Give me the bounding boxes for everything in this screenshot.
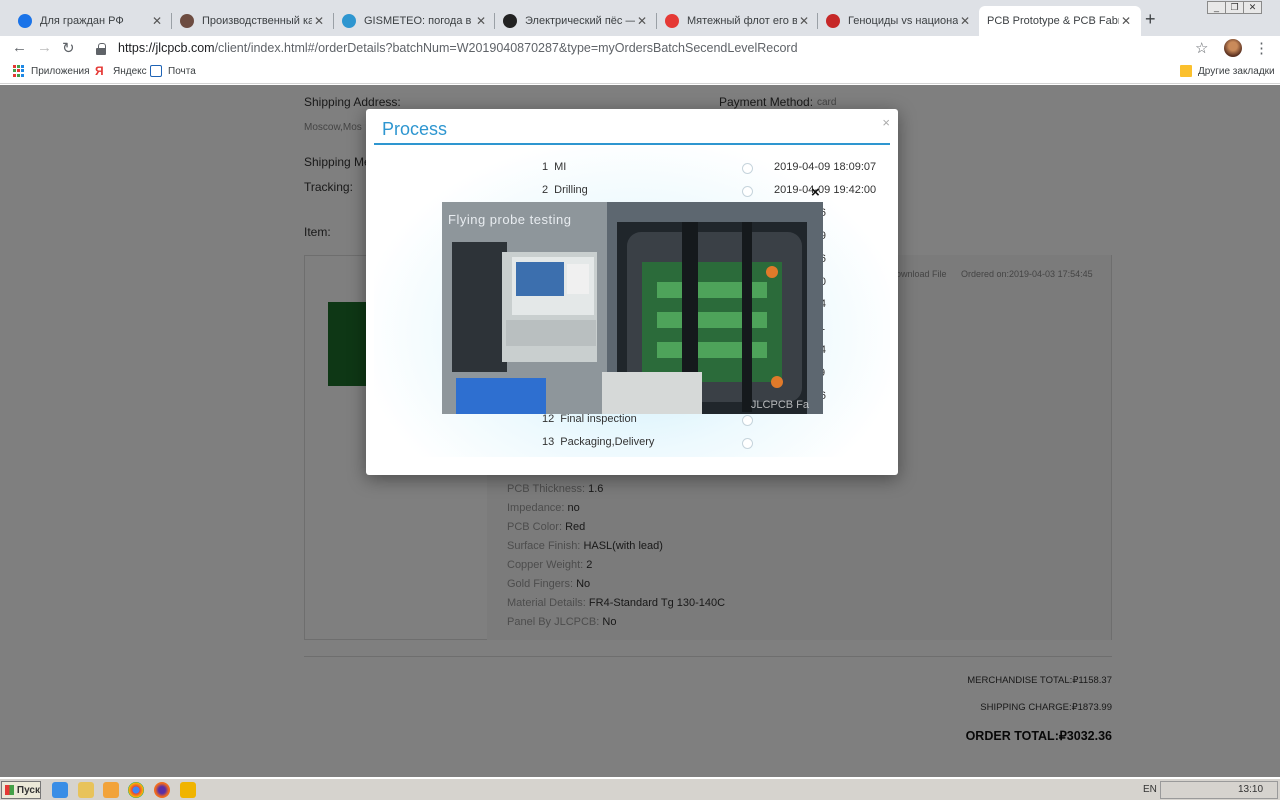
browser-tab[interactable]: Производственный календарь✕ [172, 6, 334, 36]
process-step: 13 Packaging,Delivery [542, 436, 654, 448]
browser-tab[interactable]: Для граждан РФ ✕ [10, 6, 172, 36]
globe-icon [18, 14, 32, 28]
bookmark-star-icon[interactable]: ☆ [1195, 39, 1208, 57]
modal-close-button[interactable]: × [882, 115, 890, 130]
bookmark-mail[interactable]: Почта [150, 65, 196, 77]
tab-title: Геноциды vs националисты [848, 15, 958, 27]
tab-separator [333, 13, 334, 29]
tab-title: Мятежный флот его величества [687, 15, 797, 27]
drop-icon [342, 14, 356, 28]
step-status-icon [742, 437, 753, 449]
step-number: 13 [542, 435, 555, 448]
step-status-icon [742, 163, 753, 174]
address-bar[interactable]: https://jlcpcb.com/client/index.html#/or… [88, 37, 1218, 59]
browser-tab[interactable]: Геноциды vs националисты✕ [818, 6, 980, 36]
modal-title-rule [374, 143, 890, 145]
tab-title: PCB Prototype & PCB Fabrication [987, 15, 1119, 27]
avatar-icon [180, 14, 194, 28]
step-name: MI [554, 161, 567, 173]
step-number: 2 [542, 183, 549, 196]
ie-icon[interactable] [52, 782, 68, 798]
tab-title: Производственный календарь [202, 15, 312, 27]
video-caption: Flying probe testing [448, 212, 572, 227]
tab-close-icon[interactable]: ✕ [312, 14, 326, 28]
step-number: 12 [542, 412, 555, 425]
modal-title: Process [382, 119, 448, 139]
new-tab-button[interactable]: + [1145, 9, 1156, 30]
tab-close-icon[interactable]: ✕ [150, 14, 164, 28]
step-name: Packaging,Delivery [560, 435, 655, 448]
step-time: 2019-04-09 19:42:00 [774, 183, 877, 196]
tab-close-icon[interactable]: ✕ [1119, 14, 1133, 28]
lock-icon [96, 42, 106, 55]
address-toolbar: ← → ↻ https://jlcpcb.com/client/index.ht… [0, 36, 1280, 60]
start-button[interactable]: Пуск [1, 781, 41, 799]
step-status-icon [742, 414, 753, 426]
tab-strip: _ ❐ ✕ + Для граждан РФ ✕ Производственный … [0, 0, 1280, 36]
folder-icon [1180, 65, 1192, 77]
url-host: https://jlcpcb.com [118, 41, 215, 55]
reload-icon[interactable]: ↻ [62, 39, 75, 57]
browser-tab[interactable]: GISMETEO: погода в России✕ [334, 6, 496, 36]
process-step: 12 Final inspection [542, 413, 637, 425]
yandex-icon: Я [95, 64, 104, 78]
bookmark-mail-label: Почта [168, 65, 196, 77]
mail-icon [150, 65, 162, 77]
flame-icon [826, 14, 840, 28]
browser-tab[interactable]: Электрический пёс — Википедия✕ [495, 6, 657, 36]
step-status-icon [742, 185, 753, 197]
news-icon [665, 14, 679, 28]
minimize-button[interactable]: _ [1207, 1, 1226, 14]
forward-arrow-icon[interactable]: → [37, 39, 52, 56]
bookmark-other-label: Другие закладки [1198, 65, 1275, 77]
browser-tab[interactable]: PCB Prototype & PCB Fabrication✕ [979, 6, 1141, 36]
bookmark-apps-label: Приложения [31, 65, 90, 77]
back-arrow-icon[interactable]: ← [12, 39, 27, 56]
video-watermark: JLCPCB Fa [750, 399, 809, 411]
firefox-icon[interactable] [154, 782, 170, 798]
tab-separator [817, 13, 818, 29]
process-step: 2 Drilling [542, 184, 588, 196]
app-icon[interactable] [180, 782, 196, 798]
tab-close-icon[interactable]: ✕ [474, 14, 488, 28]
step-number: 1 [542, 161, 549, 173]
tab-close-icon[interactable]: ✕ [797, 14, 811, 28]
step-time: 2019-04-09 18:09:07 [774, 161, 877, 173]
clock: 13:10 [1238, 784, 1264, 795]
tab-title: GISMETEO: погода в России [364, 15, 474, 27]
maximize-button[interactable]: ❐ [1225, 1, 1244, 14]
video-close-button[interactable]: × [811, 184, 820, 201]
bookmark-apps[interactable]: Приложения [13, 65, 90, 77]
process-video[interactable]: Flying probe testing JLCPCB Fa [442, 202, 823, 414]
windows-taskbar: Пуск EN 13:10 [0, 778, 1280, 800]
explorer-icon[interactable] [78, 782, 94, 798]
bookmarks-bar: Приложения Я Яндекс Почта Другие закладк… [0, 60, 1280, 84]
language-indicator[interactable]: EN [1143, 784, 1157, 795]
tab-title: Электрический пёс — Википедия [525, 15, 635, 27]
step-name: Final inspection [560, 412, 637, 425]
tab-separator [494, 13, 495, 29]
tab-close-icon[interactable]: ✕ [958, 14, 972, 28]
profile-avatar[interactable] [1224, 39, 1242, 57]
bookmark-other[interactable]: Другие закладки [1180, 65, 1275, 77]
close-window-button[interactable]: ✕ [1243, 1, 1262, 14]
start-label: Пуск [16, 784, 40, 796]
url-path: /client/index.html#/orderDetails?batchNu… [214, 41, 798, 55]
bookmark-yandex[interactable]: Я Яндекс [95, 65, 147, 77]
apps-grid-icon [13, 65, 25, 77]
wikipedia-icon [503, 14, 517, 28]
media-player-icon[interactable] [103, 782, 119, 798]
bookmark-yandex-label: Яндекс [113, 65, 147, 77]
tab-close-icon[interactable]: ✕ [635, 14, 649, 28]
browser-tab[interactable]: Мятежный флот его величества✕ [657, 6, 819, 36]
tab-separator [171, 13, 172, 29]
factory-photo [442, 202, 823, 414]
tab-title: Для граждан РФ [40, 15, 124, 27]
chrome-icon[interactable] [128, 782, 144, 798]
windows-flag-icon [5, 785, 14, 795]
step-name: Drilling [554, 183, 588, 196]
tab-separator [656, 13, 657, 29]
menu-dots-icon[interactable]: ⋮ [1254, 39, 1269, 57]
process-step: 1 MI [542, 161, 566, 173]
